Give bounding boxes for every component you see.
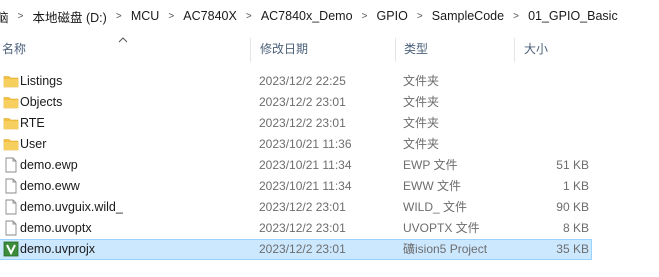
file-name[interactable]: demo.uvoptx [20,218,92,239]
file-name[interactable]: Listings [20,71,62,92]
column-divider[interactable] [514,38,515,62]
breadcrumb-item[interactable]: AC7840X [179,9,241,23]
file-row[interactable]: Objects 2023/12/2 23:01 文件夹 [0,92,659,113]
file-row[interactable]: RTE 2023/12/2 23:01 文件夹 [0,113,659,134]
file-list: Listings 2023/12/2 22:25 文件夹 Objects 2023/12… [0,71,659,260]
file-name[interactable]: User [20,134,46,155]
file-date: 2023/10/21 11:36 [259,137,352,151]
file-row[interactable]: Listings 2023/12/2 22:25 文件夹 [0,71,659,92]
file-type: EWP 文件 [403,158,458,172]
chevron-right-icon[interactable]: > [111,11,127,22]
file-name[interactable]: demo.ewp [20,155,78,176]
chevron-right-icon[interactable]: > [508,11,524,22]
file-icon [3,220,17,236]
file-row[interactable]: demo.ewp 2023/10/21 11:34 EWP 文件 51 KB [0,155,659,176]
file-row[interactable]: User 2023/10/21 11:36 文件夹 [0,134,659,155]
folder-icon [3,73,19,89]
file-date: 2023/12/2 23:01 [259,116,346,130]
file-size [500,71,589,92]
file-type: 文件夹 [403,137,440,151]
file-date: 2023/12/2 23:01 [259,200,346,214]
file-row[interactable]: demo.uvguix.wild_ 2023/12/2 23:01 WILD_ 文件… [0,197,659,218]
file-type: EWW 文件 [403,179,461,193]
file-name[interactable]: demo.uvprojx [20,240,95,259]
file-size: 35 KB [556,242,589,256]
file-name[interactable]: Objects [20,92,62,113]
file-icon [3,199,17,215]
file-name[interactable]: demo.eww [20,176,80,197]
breadcrumb-item[interactable]: AC7840x_Demo [257,9,357,23]
file-size: 8 KB [562,221,589,235]
chevron-right-icon[interactable]: > [163,11,179,22]
file-type: WILD_ 文件 [403,200,468,214]
file-date: 2023/12/2 23:01 [259,95,346,109]
folder-icon [3,136,19,152]
file-name[interactable]: demo.uvguix.wild_ [20,197,123,218]
chevron-right-icon[interactable]: > [241,11,257,22]
file-size: 90 KB [556,200,589,214]
breadcrumb-item[interactable]: GPIO [373,9,412,23]
folder-icon [3,115,19,131]
breadcrumb-item[interactable]: SampleCode [428,9,508,23]
column-header-date[interactable]: 修改日期 [258,34,395,64]
file-size [500,92,589,113]
keil-project-icon [3,241,19,260]
file-size [500,113,589,134]
breadcrumb-item[interactable]: 01_GPIO_Basic [524,9,622,23]
file-row[interactable]: demo.eww 2023/10/21 11:34 EWW 文件 1 KB [0,176,659,197]
file-icon [3,178,17,194]
column-divider[interactable] [250,38,251,62]
folder-icon [3,94,19,110]
file-row[interactable]: demo.uvprojx 2023/12/2 23:01 礦ision5 Proje… [0,239,592,260]
chevron-right-icon[interactable]: > [357,11,373,22]
file-name[interactable]: RTE [20,113,45,134]
column-headers: 名称 修改日期 类型 大小 [0,34,659,64]
file-icon [3,157,17,173]
file-row[interactable]: demo.uvoptx 2023/12/2 23:01 UVOPTX 文件 8 KB [0,218,659,239]
column-divider[interactable] [395,38,396,62]
file-size: 51 KB [556,158,589,172]
file-type: UVOPTX 文件 [403,221,480,235]
chevron-right-icon[interactable]: > [412,11,428,22]
file-date: 2023/10/21 11:34 [259,179,352,193]
column-header-type[interactable]: 类型 [402,34,514,64]
file-type: 礦ision5 Project [403,242,488,256]
file-date: 2023/12/2 22:25 [259,74,346,88]
file-type: 文件夹 [403,95,440,109]
file-type: 文件夹 [403,74,440,88]
breadcrumb-item[interactable]: MCU [127,9,163,23]
breadcrumb-item[interactable]: 本地磁盘 (D:) [29,7,111,26]
sort-ascending-icon [118,37,128,43]
file-date: 2023/12/2 23:01 [259,242,346,256]
chevron-right-icon[interactable]: > [13,11,29,22]
file-type: 文件夹 [403,116,440,130]
file-size: 1 KB [562,179,589,193]
file-date: 2023/10/21 11:34 [259,158,352,172]
breadcrumb-item[interactable]: 脑 [0,7,13,26]
file-size [500,134,589,155]
address-bar[interactable]: 脑 > 本地磁盘 (D:) > MCU > AC7840X > AC7840x_Demo > GPI… [0,0,659,32]
file-date: 2023/12/2 23:01 [259,221,346,235]
column-header-size[interactable]: 大小 [522,34,614,64]
